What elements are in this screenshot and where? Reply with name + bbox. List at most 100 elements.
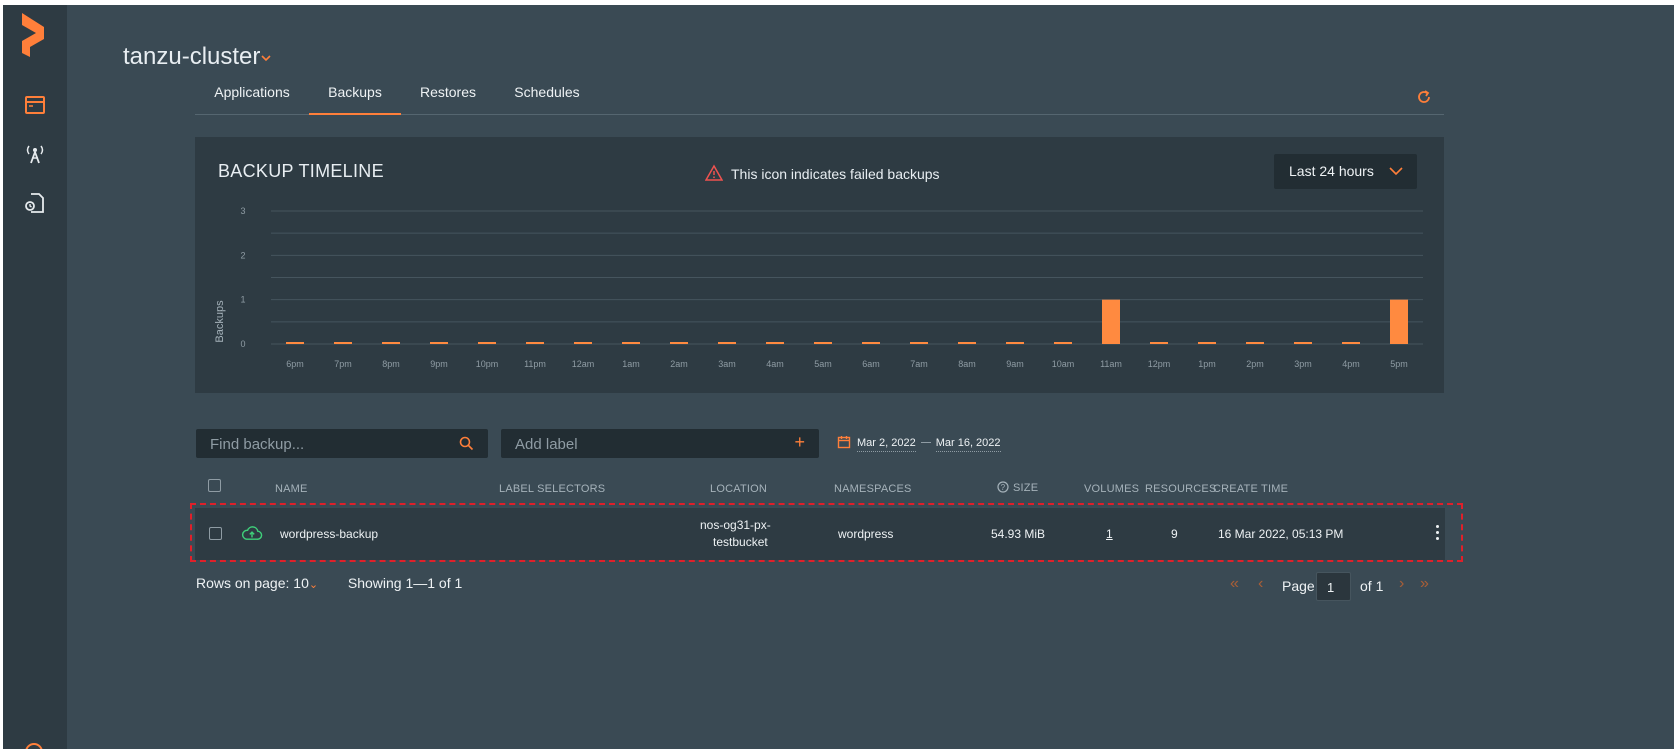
- col-create-time-header[interactable]: CREATE TIME: [1213, 483, 1288, 495]
- x-tick-label: 7pm: [334, 359, 352, 369]
- rows-per-page: Rows on page: 10⌄ Showing 1—1 of 1: [196, 575, 462, 591]
- next-page-icon[interactable]: ›: [1399, 575, 1404, 593]
- x-tick-label: 8am: [958, 359, 976, 369]
- backup-file-nav-icon[interactable]: [23, 191, 47, 215]
- chart-bar: [286, 342, 304, 344]
- backup-volumes-link[interactable]: 1: [1106, 527, 1113, 541]
- cloud-upload-icon: [241, 526, 263, 540]
- add-label-input[interactable]: [513, 429, 777, 460]
- backup-timeline-panel: BACKUP TIMELINE This icon indicates fail…: [195, 137, 1444, 393]
- x-tick-label: 8pm: [382, 359, 400, 369]
- backup-create-time: 16 Mar 2022, 05:13 PM: [1218, 527, 1344, 541]
- tab-applications-label: Applications: [214, 84, 290, 100]
- refresh-icon[interactable]: [1415, 88, 1433, 106]
- tab-restores[interactable]: Restores: [401, 82, 495, 114]
- x-tick-label: 1am: [622, 359, 640, 369]
- chart-bar: [862, 342, 880, 344]
- x-tick-label: 9pm: [430, 359, 448, 369]
- x-tick-label: 10am: [1052, 359, 1075, 369]
- tab-restores-label: Restores: [419, 84, 477, 100]
- date-from[interactable]: Mar 2, 2022: [857, 437, 916, 452]
- page-number-value: 1: [1327, 580, 1335, 595]
- page-label: Page: [1282, 578, 1315, 594]
- backup-location-line2: testbucket: [713, 535, 768, 549]
- cluster-name[interactable]: tanzu-cluster: [123, 43, 260, 71]
- add-label-plus-icon[interactable]: +: [794, 432, 805, 453]
- help-circle-icon[interactable]: ?: [997, 481, 1009, 493]
- select-all-checkbox[interactable]: [208, 479, 221, 492]
- x-tick-label: 2pm: [1246, 359, 1264, 369]
- chart-bar: [1390, 299, 1408, 344]
- sidebar: [3, 5, 67, 749]
- rows-per-page-value[interactable]: 10: [293, 575, 309, 591]
- row-actions-kebab-icon[interactable]: [1434, 525, 1440, 541]
- chart-bar: [1246, 342, 1264, 344]
- table-row[interactable]: wordpress-backup nos-og31-px- testbucket…: [195, 508, 1445, 560]
- cluster-dropdown-chevron-icon[interactable]: [259, 51, 273, 65]
- app-frame: tanzu-cluster Applications Backups Resto…: [3, 5, 1674, 749]
- add-label-field[interactable]: +: [501, 429, 819, 460]
- tab-bar: Applications Backups Restores Schedules: [195, 82, 1444, 115]
- col-name-header[interactable]: NAME: [275, 483, 308, 495]
- x-tick-label: 11am: [1100, 359, 1122, 369]
- prev-page-icon[interactable]: ‹: [1258, 575, 1263, 593]
- x-tick-label: 12pm: [1148, 359, 1171, 369]
- cluster-antenna-nav-icon[interactable]: [23, 142, 47, 166]
- chart-bar: [910, 342, 928, 344]
- chart-bar: [622, 342, 640, 344]
- tab-backups[interactable]: Backups: [309, 82, 401, 115]
- y-tick-label: 3: [240, 206, 245, 216]
- backup-name[interactable]: wordpress-backup: [280, 527, 378, 541]
- tab-applications[interactable]: Applications: [195, 82, 309, 114]
- tab-schedules[interactable]: Schedules: [495, 82, 599, 114]
- y-axis-label: Backups: [214, 300, 226, 343]
- chart-bar: [430, 342, 448, 344]
- chart-bar: [814, 342, 832, 344]
- rows-per-page-label: Rows on page:: [196, 575, 290, 591]
- x-tick-label: 2am: [670, 359, 688, 369]
- x-tick-label: 6pm: [286, 359, 304, 369]
- col-location-header[interactable]: LOCATION: [710, 483, 767, 495]
- svg-text:?: ?: [1001, 483, 1006, 492]
- x-tick-label: 6am: [862, 359, 880, 369]
- chart-bar: [382, 342, 400, 344]
- first-page-icon[interactable]: «: [1230, 575, 1239, 593]
- chart-bar: [1054, 342, 1072, 344]
- date-to[interactable]: Mar 16, 2022: [935, 437, 1001, 452]
- y-tick-label: 1: [240, 295, 245, 305]
- x-tick-label: 9am: [1006, 359, 1024, 369]
- chart-bar: [1198, 342, 1216, 344]
- last-page-icon[interactable]: »: [1420, 575, 1429, 593]
- x-tick-label: 7am: [910, 359, 928, 369]
- backup-resources: 9: [1171, 527, 1178, 541]
- tab-schedules-label: Schedules: [514, 84, 580, 100]
- chart-bar: [574, 342, 592, 344]
- chart-bar: [1150, 342, 1168, 344]
- page-number-input[interactable]: 1: [1316, 572, 1351, 601]
- backup-location-line1: nos-og31-px-: [700, 518, 771, 532]
- date-range-picker[interactable]: Mar 2, 2022 Mar 16, 2022: [837, 435, 1001, 452]
- col-volumes-header[interactable]: VOLUMES: [1084, 483, 1139, 495]
- tab-backups-label: Backups: [328, 84, 382, 100]
- chart-bar: [670, 342, 688, 344]
- chart-bar: [1006, 342, 1024, 344]
- calendar-icon: [837, 436, 851, 449]
- backup-namespaces: wordpress: [838, 527, 894, 541]
- x-tick-label: 4am: [766, 359, 784, 369]
- applications-nav-icon[interactable]: [23, 93, 47, 117]
- col-resources-header[interactable]: RESOURCES: [1145, 483, 1216, 495]
- col-size-header[interactable]: ? SIZE: [997, 481, 1038, 494]
- help-icon[interactable]: [25, 743, 43, 749]
- search-icon[interactable]: [459, 436, 474, 451]
- x-tick-label: 1pm: [1198, 359, 1216, 369]
- backup-timeline-chart: 0 1 2 3 Backups 6pm 7pm 8pm 9pm 10pm 11pm 12am 1am 2a…: [214, 206, 1423, 369]
- find-backup-input[interactable]: [208, 429, 472, 460]
- rows-per-page-chevron-icon[interactable]: ⌄: [309, 579, 318, 591]
- find-backup-field[interactable]: [196, 429, 488, 460]
- chart-bar: [718, 342, 736, 344]
- portworx-logo: [22, 13, 44, 57]
- row-select-checkbox[interactable]: [209, 527, 222, 540]
- col-namespaces-header[interactable]: NAMESPACES: [834, 483, 912, 495]
- chart-bar: [958, 342, 976, 344]
- chart-bar: [1294, 342, 1312, 344]
